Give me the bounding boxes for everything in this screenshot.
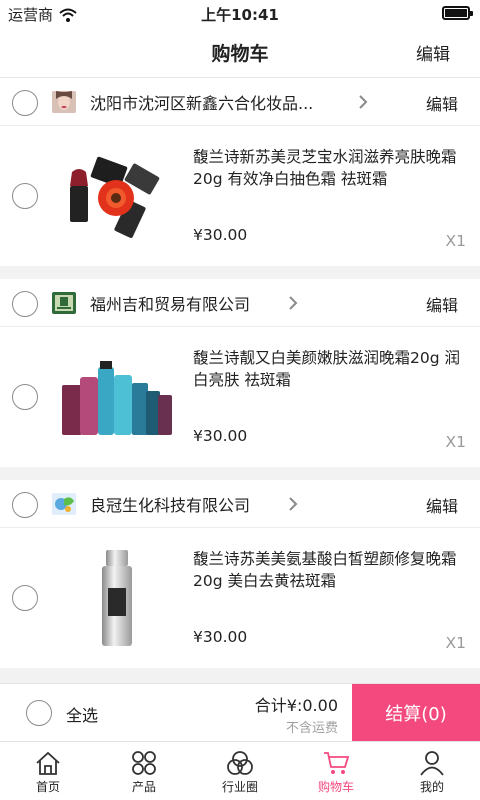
home-icon (36, 751, 60, 775)
product-price: ¥30.00 (193, 427, 248, 445)
tab-products[interactable]: 产品 (96, 742, 192, 800)
store-group: 良冠生化科技有限公司 编辑 馥兰诗苏美美氨基酸白皙塑颜修复晚霜20g 美白去黄祛… (0, 480, 480, 668)
product-image[interactable] (58, 345, 178, 449)
select-all-radio[interactable] (26, 700, 52, 726)
tab-label: 首页 (35, 780, 60, 794)
store-name[interactable]: 沈阳市沈河区新鑫六合化妆品... (90, 90, 313, 114)
product-image[interactable] (58, 144, 178, 248)
store-edit-button[interactable]: 编辑 (426, 292, 458, 316)
person-icon (420, 751, 444, 776)
store-edit-button[interactable]: 编辑 (426, 493, 458, 517)
grid-icon (132, 751, 156, 775)
store-edit-button[interactable]: 编辑 (426, 91, 458, 115)
status-bar: 运营商 上午10:41 (0, 0, 480, 26)
store-group: 沈阳市沈河区新鑫六合化妆品... 编辑 馥兰诗新苏美灵芝宝水润滋养亮肤晚霜20g… (0, 78, 480, 266)
product-name[interactable]: 馥兰诗靓又白美颜嫩肤滋润晚霜20g 润白亮肤 祛斑霜 (193, 347, 463, 391)
tab-home[interactable]: 首页 (0, 742, 96, 800)
tab-label: 行业圈 (221, 780, 258, 794)
nav-bar: 购物车 编辑 (0, 26, 480, 78)
product-price: ¥30.00 (193, 628, 248, 646)
product-name[interactable]: 馥兰诗苏美美氨基酸白皙塑颜修复晚霜20g 美白去黄祛斑霜 (193, 548, 463, 592)
product-quantity: X1 (445, 634, 466, 652)
chevron-right-icon[interactable] (284, 494, 302, 514)
circles-icon (227, 751, 253, 775)
tab-label: 我的 (419, 780, 444, 794)
tab-label: 购物车 (317, 780, 354, 794)
store-logo (52, 292, 76, 314)
cart-icon (324, 752, 350, 774)
store-select-radio[interactable] (12, 291, 38, 317)
tab-bar: 首页 产品 行业圈 购物车 我的 (0, 741, 480, 800)
checkout-bar: 全选 合计¥:0.00 不含运费 结算(0) (0, 683, 480, 742)
product-quantity: X1 (445, 232, 466, 250)
cart-item: 馥兰诗苏美美氨基酸白皙塑颜修复晚霜20g 美白去黄祛斑霜 ¥30.00 X1 (0, 528, 480, 668)
store-header: 沈阳市沈河区新鑫六合化妆品... 编辑 (0, 78, 480, 126)
store-logo (52, 91, 76, 113)
edit-button[interactable]: 编辑 (416, 40, 450, 65)
store-select-radio[interactable] (12, 90, 38, 116)
item-select-radio[interactable] (12, 183, 38, 209)
store-name[interactable]: 福州吉和贸易有限公司 (90, 291, 250, 315)
cart-item: 馥兰诗新苏美灵芝宝水润滋养亮肤晚霜20g 有效净白抽色霜 祛斑霜 ¥30.00 … (0, 126, 480, 266)
item-select-radio[interactable] (12, 585, 38, 611)
cart-item: 馥兰诗靓又白美颜嫩肤滋润晚霜20g 润白亮肤 祛斑霜 ¥30.00 X1 (0, 327, 480, 467)
product-quantity: X1 (445, 433, 466, 451)
store-header: 良冠生化科技有限公司 编辑 (0, 480, 480, 528)
store-header: 福州吉和贸易有限公司 编辑 (0, 279, 480, 327)
status-time: 上午10:41 (201, 6, 279, 24)
select-all-label[interactable]: 全选 (66, 702, 98, 726)
store-select-radio[interactable] (12, 492, 38, 518)
tab-profile[interactable]: 我的 (384, 742, 480, 800)
battery-icon (442, 6, 473, 20)
store-logo (52, 493, 76, 515)
tab-label: 产品 (131, 780, 156, 794)
tab-industry-circle[interactable]: 行业圈 (192, 742, 288, 800)
page-title: 购物车 (211, 43, 269, 65)
total-amount: 合计¥:0.00 (254, 696, 338, 715)
product-image[interactable] (58, 546, 178, 650)
store-name[interactable]: 良冠生化科技有限公司 (90, 492, 250, 516)
checkout-button[interactable]: 结算(0) (352, 684, 480, 742)
tab-cart[interactable]: 购物车 (288, 742, 384, 800)
chevron-right-icon[interactable] (354, 92, 372, 112)
product-name[interactable]: 馥兰诗新苏美灵芝宝水润滋养亮肤晚霜20g 有效净白抽色霜 祛斑霜 (193, 146, 463, 190)
chevron-right-icon[interactable] (284, 293, 302, 313)
product-price: ¥30.00 (193, 226, 248, 244)
store-group: 福州吉和贸易有限公司 编辑 馥兰诗靓又白美颜嫩肤滋润晚霜20g 润白亮肤 祛斑霜… (0, 279, 480, 467)
shipping-note: 不含运费 (285, 721, 338, 736)
item-select-radio[interactable] (12, 384, 38, 410)
